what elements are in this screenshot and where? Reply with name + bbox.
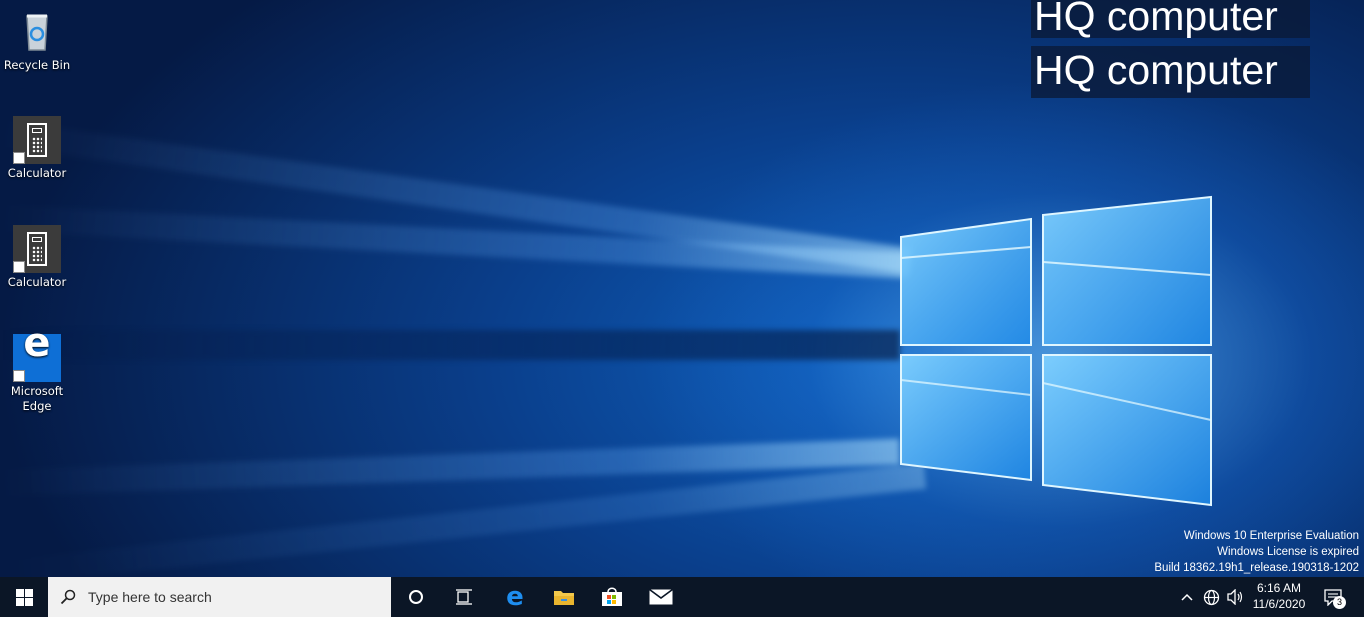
clock-date: 11/6/2020	[1252, 597, 1306, 611]
search-box[interactable]: Type here to search	[48, 577, 391, 617]
desktop-icon-label: Calculator	[7, 275, 67, 289]
desktop-icon-label: Calculator	[7, 166, 67, 180]
desktop-icon-calculator-2[interactable]: Calculator	[2, 225, 72, 290]
system-clock[interactable]: 6:16 AM 11/6/2020	[1240, 580, 1318, 612]
cortana-button[interactable]	[392, 577, 440, 617]
taskbar: Type here to search e 6:16 AM 11/6/2020	[0, 577, 1364, 617]
calculator-icon	[13, 225, 61, 273]
shortcut-arrow-icon	[13, 370, 25, 382]
search-icon	[60, 589, 76, 605]
network-button[interactable]	[1199, 577, 1223, 617]
mail-button[interactable]	[637, 577, 685, 617]
start-button[interactable]	[0, 577, 48, 617]
build-text: Build 18362.19h1_release.190318-1202	[1154, 562, 1359, 574]
hq-watermark-text: HQ computer	[1031, 0, 1310, 38]
desktop-icon-recycle-bin[interactable]: Recycle Bin	[2, 8, 72, 73]
edge-icon: e	[506, 582, 524, 612]
file-explorer-button[interactable]	[540, 577, 588, 617]
task-view-button[interactable]	[440, 577, 488, 617]
license-text: Windows License is expired	[1217, 546, 1359, 558]
activation-watermark: Windows 10 Enterprise Evaluation Windows…	[1154, 528, 1359, 576]
edge-icon: e	[13, 323, 61, 382]
notification-count-badge: 3	[1333, 596, 1346, 609]
desktop-icon-microsoft-edge[interactable]: e Microsoft Edge	[2, 323, 72, 414]
store-icon	[602, 587, 622, 606]
edition-text: Windows 10 Enterprise Evaluation	[1183, 530, 1359, 542]
show-hidden-icons-button[interactable]	[1175, 577, 1199, 617]
store-button[interactable]	[588, 577, 636, 617]
start-icon	[16, 589, 33, 606]
clock-time: 6:16 AM	[1256, 581, 1302, 595]
hq-watermark-text: HQ computer	[1031, 46, 1310, 98]
task-view-icon	[456, 589, 472, 605]
calculator-icon	[13, 116, 61, 164]
shortcut-arrow-icon	[13, 152, 25, 164]
desktop-icon-label: Microsoft Edge	[10, 384, 64, 413]
file-explorer-icon	[554, 591, 574, 605]
desktop-icon-label: Recycle Bin	[3, 58, 71, 72]
taskbar-edge-button[interactable]: e	[491, 577, 539, 617]
recycle-bin-icon	[13, 8, 61, 56]
desktop-icon-calculator[interactable]: Calculator	[2, 116, 72, 181]
cortana-icon	[409, 590, 423, 604]
shortcut-arrow-icon	[13, 261, 25, 273]
mail-icon	[649, 589, 673, 605]
globe-icon	[1203, 589, 1219, 605]
chevron-up-icon	[1181, 593, 1193, 601]
search-placeholder: Type here to search	[88, 589, 212, 605]
